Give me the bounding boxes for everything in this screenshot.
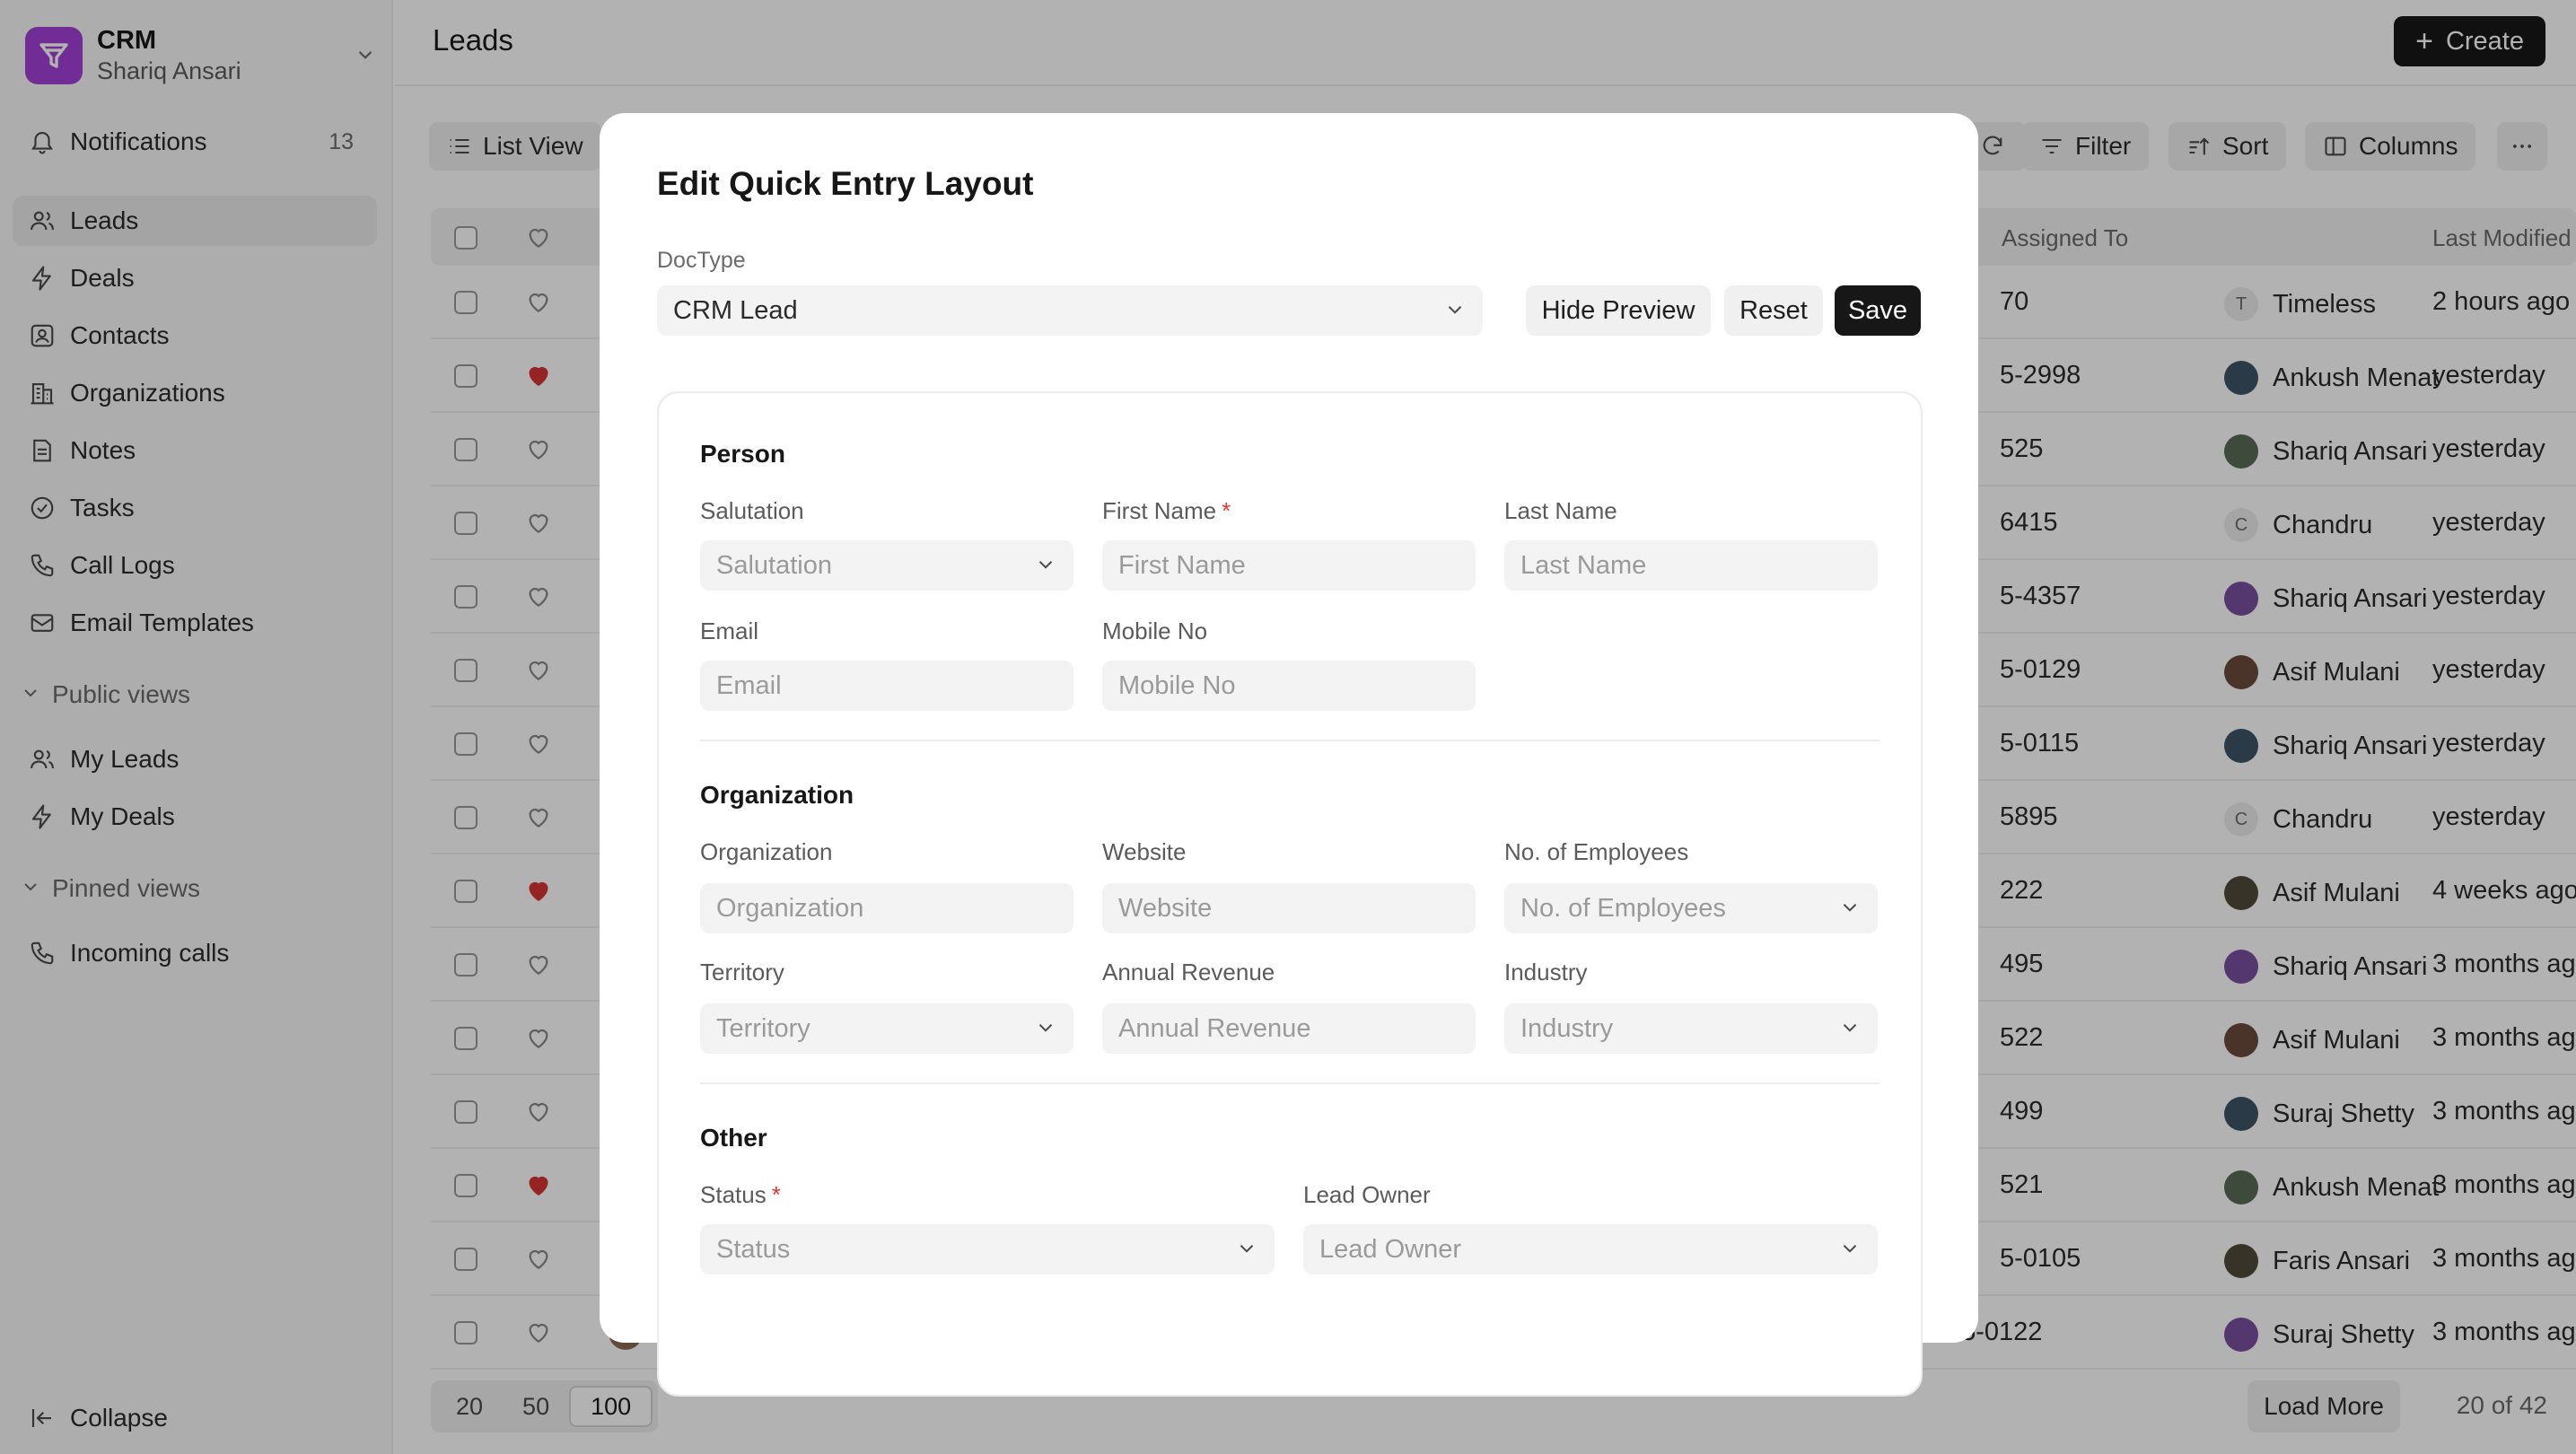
industry-select[interactable]: Industry — [1504, 1003, 1878, 1054]
dialog-title: Edit Quick Entry Layout — [657, 165, 1034, 202]
territory-select[interactable]: Territory — [700, 1003, 1073, 1054]
annual-revenue-input[interactable]: Annual Revenue — [1102, 1003, 1476, 1054]
doctype-label: DocType — [657, 248, 746, 273]
field-label-website: Website — [1102, 838, 1187, 865]
doctype-value: CRM Lead — [673, 295, 798, 325]
salutation-select[interactable]: Salutation — [700, 540, 1073, 591]
section-title-person: Person — [700, 440, 785, 468]
mobile-no-input[interactable]: Mobile No — [1102, 661, 1476, 711]
doctype-select[interactable]: CRM Lead — [657, 285, 1483, 336]
chevron-down-icon — [1443, 298, 1467, 328]
edit-quick-entry-dialog: Edit Quick Entry Layout DocType CRM Lead… — [600, 113, 1978, 1397]
field-label-lead-owner: Lead Owner — [1303, 1181, 1431, 1208]
field-label-salutation: Salutation — [700, 497, 804, 524]
section-title-other: Other — [700, 1124, 767, 1152]
email-input[interactable]: Email — [700, 661, 1073, 711]
quick-entry-preview: Person Salutation Salutation First Name *… — [657, 391, 1923, 1397]
chevron-down-icon — [1838, 896, 1862, 926]
last-name-input[interactable]: Last Name — [1504, 540, 1878, 591]
organization-input[interactable]: Organization — [700, 883, 1073, 933]
chevron-down-icon — [1034, 553, 1057, 583]
field-label-organization: Organization — [700, 838, 833, 865]
field-label-status: Status * — [700, 1181, 781, 1208]
section-title-organization: Organization — [700, 781, 854, 809]
field-label-employees: No. of Employees — [1504, 838, 1689, 865]
field-label-first-name: First Name * — [1102, 497, 1231, 524]
field-label-mobile-no: Mobile No — [1102, 618, 1208, 644]
field-label-industry: Industry — [1504, 959, 1588, 985]
website-input[interactable]: Website — [1102, 883, 1476, 933]
chevron-down-icon — [1838, 1016, 1862, 1047]
hide-preview-button[interactable]: Hide Preview — [1526, 285, 1711, 336]
chevron-down-icon — [1838, 1237, 1862, 1267]
employees-select[interactable]: No. of Employees — [1504, 883, 1878, 933]
field-label-territory: Territory — [700, 959, 784, 985]
chevron-down-icon — [1034, 1016, 1057, 1047]
reset-button[interactable]: Reset — [1724, 285, 1823, 336]
status-select[interactable]: Status — [700, 1224, 1275, 1274]
field-label-last-name: Last Name — [1504, 497, 1617, 524]
field-label-annual-revenue: Annual Revenue — [1102, 959, 1275, 985]
section-divider — [700, 740, 1879, 741]
save-button[interactable]: Save — [1835, 285, 1921, 336]
field-label-email: Email — [700, 618, 759, 644]
chevron-down-icon — [1235, 1237, 1258, 1267]
lead-owner-select[interactable]: Lead Owner — [1303, 1224, 1878, 1274]
first-name-input[interactable]: First Name — [1102, 540, 1476, 591]
section-divider — [700, 1082, 1879, 1084]
